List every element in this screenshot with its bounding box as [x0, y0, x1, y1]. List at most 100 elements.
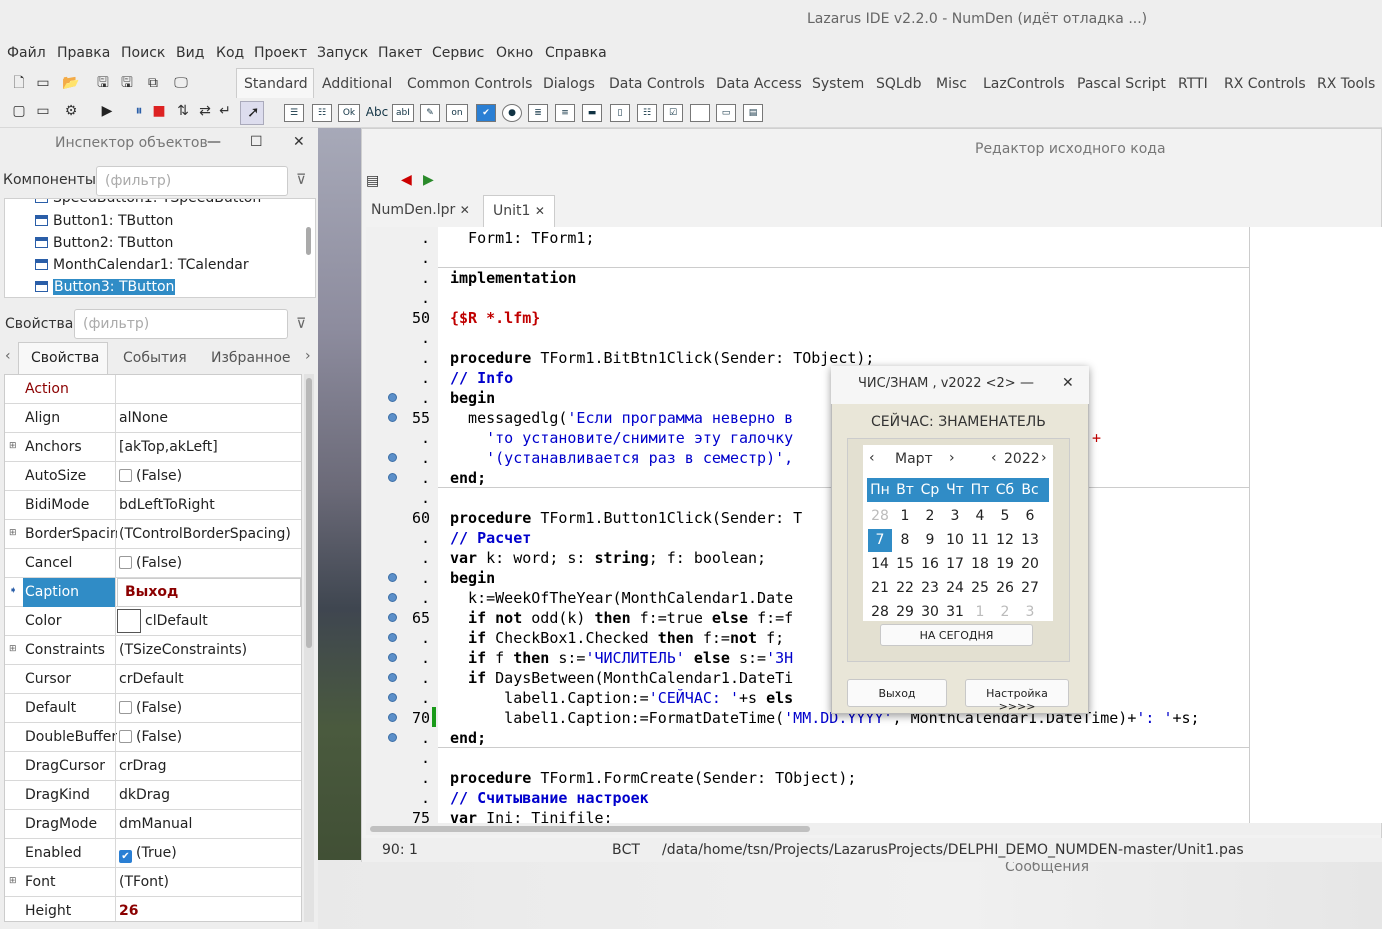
step-into-icon[interactable]: ⇅ — [174, 102, 192, 120]
prop-row-doublebuffered[interactable]: DoubleBuffered(False) — [5, 723, 301, 752]
calendar-body[interactable]: ‹ Март › ‹ 2022 › Пн Вт Ср Чт Пт Сб Вс 2… — [863, 445, 1053, 621]
open-icon[interactable]: 📂 — [62, 74, 80, 92]
tpopupmenu-icon[interactable]: ☷ — [312, 104, 332, 122]
step-over-icon[interactable]: ⇄ — [196, 102, 214, 120]
run-icon[interactable]: ▶ — [98, 102, 116, 120]
checkbox[interactable] — [119, 469, 132, 482]
prop-row-default[interactable]: Default (False) — [5, 694, 301, 723]
palette-tab-rx-tools[interactable]: RX Tools — [1317, 76, 1375, 92]
calendar-day[interactable]: 4 — [968, 508, 992, 524]
calendar-day[interactable]: 11 — [968, 532, 992, 548]
prop-row-borderspacing[interactable]: ⊞BorderSpacing(TControlBorderSpacing) — [5, 520, 301, 549]
expand-icon[interactable]: ⊞ — [9, 528, 17, 538]
palette-tab-standard[interactable]: Standard — [244, 76, 308, 92]
save-icon[interactable]: 🖫 — [94, 74, 112, 92]
tgroupbox-icon[interactable]: ▯ — [610, 104, 630, 122]
stop-icon[interactable]: ■ — [150, 102, 168, 120]
settings-button[interactable]: Настройка >>>> — [965, 679, 1069, 713]
calendar-day[interactable]: 18 — [968, 556, 992, 572]
tab-unit1[interactable]: Unit1 ✕ — [483, 195, 555, 227]
toggle-form-icon[interactable]: ⧉ — [144, 74, 162, 92]
calendar-day[interactable]: 28 — [868, 604, 892, 620]
prop-row-caption[interactable]: ➧ Caption Выход — [5, 578, 301, 607]
palette-tab-rtti[interactable]: RTTI — [1178, 76, 1208, 92]
save-all-icon[interactable]: 🖫 — [118, 74, 136, 92]
tree-item-button1[interactable]: Button1: TButton — [35, 213, 173, 229]
view-forms-icon[interactable]: 🖵 — [172, 74, 190, 92]
tab-right-arrow-icon[interactable]: › — [305, 348, 311, 364]
menu-tools[interactable]: Сервис — [432, 45, 484, 61]
calendar-day[interactable]: 13 — [1018, 532, 1042, 548]
palette-tab-data-access[interactable]: Data Access — [716, 76, 802, 92]
pointer-select-icon[interactable]: ➚ — [240, 101, 264, 125]
calendar-day[interactable]: 16 — [918, 556, 942, 572]
tbutton-icon[interactable]: Ok — [338, 104, 360, 122]
minimize-icon[interactable]: — — [1020, 375, 1034, 391]
calendar-day[interactable]: 23 — [918, 580, 942, 596]
tcheckgroup-icon[interactable]: ☑ — [663, 104, 683, 122]
year[interactable]: 2022 — [1004, 451, 1040, 467]
prev-month-icon[interactable]: ‹ — [869, 450, 875, 466]
tab-events[interactable]: События — [123, 350, 187, 366]
calendar-day[interactable]: 3 — [943, 508, 967, 524]
expand-icon[interactable]: ⊞ — [9, 644, 17, 654]
palette-tab-sqldb[interactable]: SQLdb — [876, 76, 921, 92]
tcheckbox-icon[interactable]: ✔ — [476, 104, 496, 122]
tradiogroup-icon[interactable]: ☷ — [637, 104, 657, 122]
filter-clear-icon[interactable]: ⊽ — [296, 316, 306, 332]
editor-horizontal-scrollbar[interactable] — [366, 823, 1380, 835]
calendar-day[interactable]: 5 — [993, 508, 1017, 524]
prop-row-dragkind[interactable]: DragKind dkDrag — [5, 781, 301, 810]
filter-clear-icon[interactable]: ⊽ — [296, 172, 306, 188]
checkbox-checked[interactable]: ✔ — [119, 850, 132, 863]
palette-tab-additional[interactable]: Additional — [322, 76, 392, 92]
next-year-icon[interactable]: › — [1041, 450, 1047, 466]
forward-arrow-icon[interactable]: ▶ — [423, 172, 434, 188]
prop-row-dragmode[interactable]: DragMode dmManual — [5, 810, 301, 839]
calendar-day[interactable]: 19 — [993, 556, 1017, 572]
close-icon[interactable]: ✕ — [1062, 375, 1074, 391]
tree-item-monthcalendar1[interactable]: MonthCalendar1: TCalendar — [35, 257, 249, 273]
property-grid-scrollbar[interactable] — [304, 374, 314, 922]
tab-numden-lpr[interactable]: NumDen.lpr ✕ — [362, 195, 479, 227]
today-button[interactable]: НА СЕГОДНЯ — [880, 624, 1033, 646]
menu-search[interactable]: Поиск — [121, 45, 165, 61]
calendar-day[interactable]: 26 — [993, 580, 1017, 596]
caption-value-input[interactable]: Выход — [125, 584, 178, 600]
build-icon[interactable]: ⚙ — [62, 102, 80, 120]
menu-edit[interactable]: Правка — [57, 45, 110, 61]
calendar-day[interactable]: 27 — [1018, 580, 1042, 596]
maximize-icon[interactable]: ☐ — [250, 134, 263, 150]
calendar-day[interactable]: 15 — [893, 556, 917, 572]
tmainmenu-icon[interactable]: ☰ — [284, 104, 304, 122]
prop-row-autosize[interactable]: AutoSize (False) — [5, 462, 301, 491]
checkbox[interactable] — [119, 701, 132, 714]
prop-row-cursor[interactable]: Cursor crDefault — [5, 665, 301, 694]
pause-icon[interactable]: ⏸ — [130, 102, 148, 120]
menu-project[interactable]: Проект — [254, 45, 307, 61]
expand-icon[interactable]: ⊞ — [9, 441, 17, 451]
palette-tab-pascal-script[interactable]: Pascal Script — [1077, 76, 1166, 92]
calendar-day[interactable]: 12 — [993, 532, 1017, 548]
menu-help[interactable]: Справка — [545, 45, 607, 61]
tab-left-arrow-icon[interactable]: ‹ — [5, 348, 11, 364]
palette-tab-data-controls[interactable]: Data Controls — [609, 76, 705, 92]
prop-row-color[interactable]: Color clDefault — [5, 607, 301, 636]
calendar-day[interactable]: 29 — [893, 604, 917, 620]
tree-item-button3[interactable]: Button3: TButton — [35, 279, 176, 295]
close-icon[interactable]: ✕ — [460, 203, 470, 217]
tradiobutton-icon[interactable]: ● — [502, 104, 522, 122]
palette-tab-system[interactable]: System — [812, 76, 864, 92]
components-filter-input[interactable]: (фильтр) — [96, 166, 288, 196]
menu-run[interactable]: Запуск — [317, 45, 368, 61]
prop-row-anchors[interactable]: ⊞ Anchors [akTop,akLeft] — [5, 433, 301, 462]
tframe-icon[interactable]: ▭ — [716, 104, 736, 122]
palette-tab-rx-controls[interactable]: RX Controls — [1224, 76, 1306, 92]
palette-tab-dialogs[interactable]: Dialogs — [543, 76, 595, 92]
prop-row-align[interactable]: Align alNone — [5, 404, 301, 433]
month-name[interactable]: Март — [895, 451, 933, 467]
prop-row-dragcursor[interactable]: DragCursor crDrag — [5, 752, 301, 781]
calendar-day[interactable]: 31 — [943, 604, 967, 620]
properties-filter-input[interactable]: (фильтр) — [74, 309, 288, 339]
menu-file[interactable]: Файл — [7, 45, 46, 61]
